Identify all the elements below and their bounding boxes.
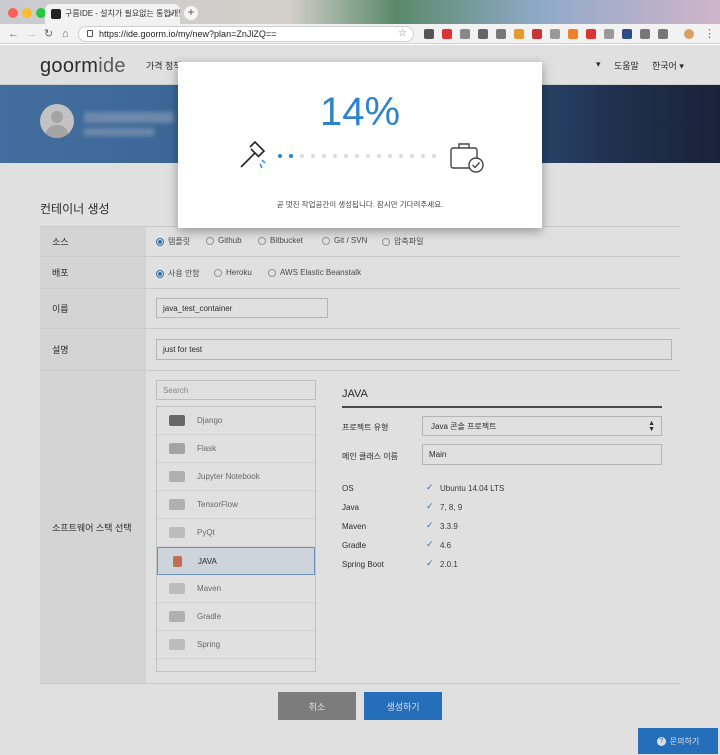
lock-icon	[87, 30, 93, 37]
progress-dot	[366, 154, 370, 158]
terminal-icon	[51, 9, 61, 19]
extension-icon[interactable]	[550, 29, 560, 39]
progress-dot	[300, 154, 304, 158]
progress-dot	[333, 154, 337, 158]
extension-icon[interactable]	[442, 29, 452, 39]
browser-tab[interactable]: 구름IDE - 설치가 필요없는 통합개발 ×	[45, 4, 180, 24]
progress-dot	[399, 154, 403, 158]
bookmark-star-icon[interactable]: ☆	[398, 27, 407, 41]
progress-modal: 14% 곧 멋진 작업공간이 생성됩니다. 잠시만 기다려주세요.	[178, 62, 542, 228]
progress-dot	[410, 154, 414, 158]
progress-dot	[421, 154, 425, 158]
progress-dot	[377, 154, 381, 158]
extension-icon[interactable]	[514, 29, 524, 39]
progress-dot	[289, 154, 293, 158]
address-bar[interactable]: https://ide.goorm.io/my/new?plan=ZnJlZQ=…	[78, 26, 414, 42]
extension-icon[interactable]	[460, 29, 470, 39]
extension-icon[interactable]	[586, 29, 596, 39]
home-icon[interactable]: ⌂	[62, 27, 69, 41]
extension-icon[interactable]	[658, 29, 668, 39]
progress-dot	[311, 154, 315, 158]
reload-icon[interactable]: ↻	[44, 27, 53, 41]
progress-message: 곧 멋진 작업공간이 생성됩니다. 잠시만 기다려주세요.	[276, 200, 444, 209]
progress-dot	[432, 154, 436, 158]
new-tab-button[interactable]: +	[184, 6, 198, 20]
extension-icon[interactable]	[568, 29, 578, 39]
extension-icon[interactable]	[478, 29, 488, 39]
url-text: https://ide.goorm.io/my/new?plan=ZnJlZQ=…	[99, 29, 277, 39]
progress-percent: 14%	[319, 90, 401, 134]
extension-icon[interactable]	[496, 29, 506, 39]
extension-icon[interactable]	[604, 29, 614, 39]
progress-dot	[322, 154, 326, 158]
menu-icon[interactable]: ⋮	[704, 27, 715, 41]
profile-avatar-icon[interactable]	[684, 29, 694, 39]
browser-tab-bar: 구름IDE - 설치가 필요없는 통합개발 × +	[0, 0, 720, 24]
tab-title: 구름IDE - 설치가 필요없는 통합개발	[65, 9, 180, 18]
extension-icon[interactable]	[532, 29, 542, 39]
extension-icon[interactable]	[622, 29, 632, 39]
extension-icon[interactable]	[424, 29, 434, 39]
hammer-icon	[240, 140, 266, 169]
extension-icon[interactable]	[640, 29, 650, 39]
progress-dot	[388, 154, 392, 158]
briefcase-check-icon	[450, 143, 484, 173]
minimize-window-button[interactable]	[22, 8, 32, 18]
close-window-button[interactable]	[8, 8, 18, 18]
forward-arrow-icon[interactable]: →	[26, 27, 37, 41]
browser-toolbar: ← → ↻ ⌂ https://ide.goorm.io/my/new?plan…	[0, 24, 720, 44]
back-arrow-icon[interactable]: ←	[8, 27, 19, 41]
progress-dot	[355, 154, 359, 158]
tab-close-icon[interactable]: ×	[169, 4, 174, 24]
progress-dot	[278, 154, 282, 158]
progress-dot	[344, 154, 348, 158]
